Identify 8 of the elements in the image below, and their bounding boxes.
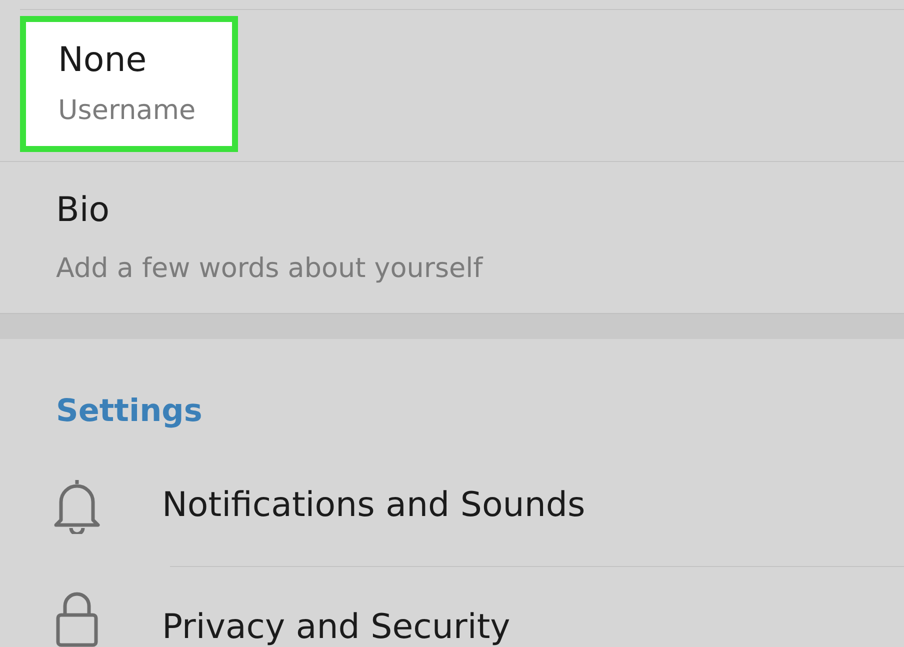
field-label: Username	[58, 94, 196, 128]
settings-item[interactable]: Privacy and Security	[162, 607, 904, 647]
section-heading: Settings	[55, 392, 202, 431]
field-value: None	[58, 40, 148, 80]
settings-item[interactable]: Notifications and Sounds	[162, 484, 904, 524]
field-label: Add a few words about yourself	[56, 252, 484, 286]
field-value: Bio	[56, 190, 111, 230]
lock-icon	[54, 591, 100, 647]
